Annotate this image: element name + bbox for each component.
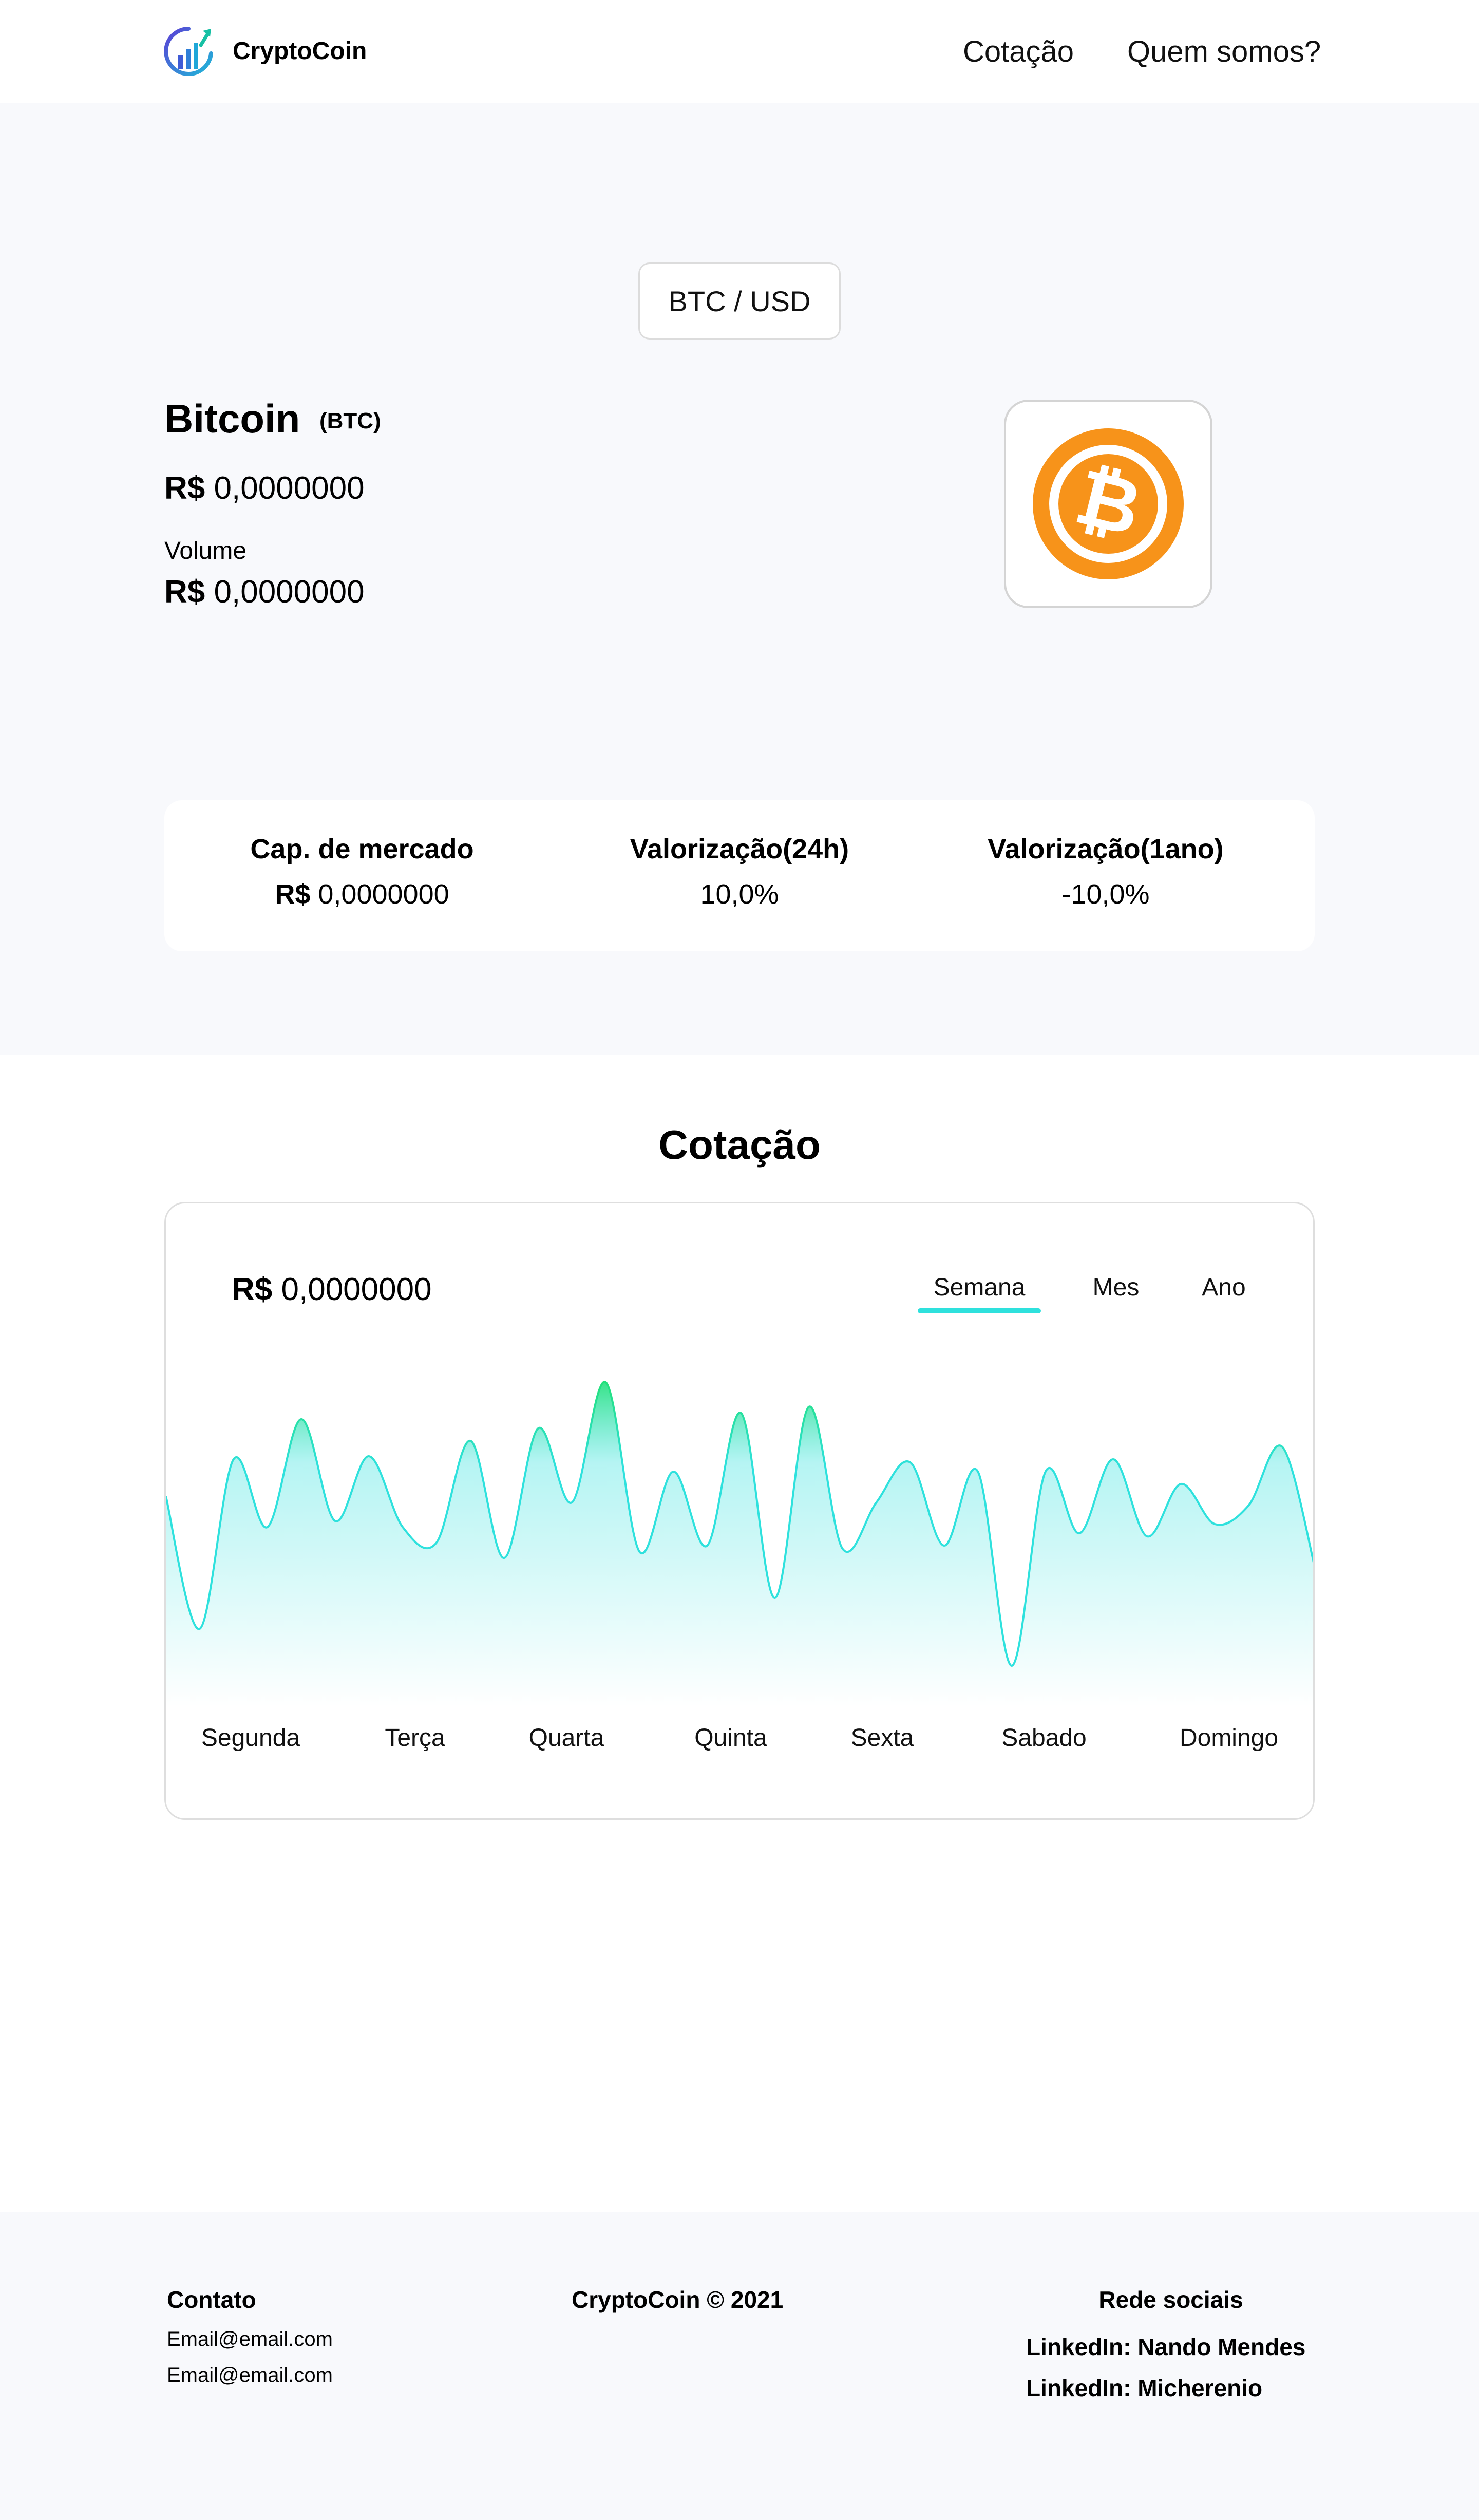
market-stats-card: Cap. de mercado R$ 0,0000000 Valorização… <box>164 800 1315 951</box>
volume-value: 0,0000000 <box>214 574 365 610</box>
chart-point-25 <box>1010 1664 1013 1667</box>
chart-point-7 <box>401 1526 404 1529</box>
chart-point-33 <box>1281 1445 1284 1449</box>
stat-market-cap-title: Cap. de mercado <box>250 834 474 864</box>
chart-point-27 <box>1078 1532 1081 1535</box>
nav-link-quem-somos[interactable]: Quem somos? <box>1127 35 1321 69</box>
tab-ano[interactable]: Ano <box>1193 1272 1255 1303</box>
footer-copyright: CryptoCoin © 2021 <box>572 2286 784 2313</box>
chart-point-19 <box>807 1405 810 1408</box>
price-value: 0,0000000 <box>214 471 365 506</box>
price-area-fill <box>166 1382 1313 1707</box>
chart-point-11 <box>537 1427 540 1430</box>
chart-point-2 <box>232 1458 235 1461</box>
tab-mes[interactable]: Mes <box>1085 1272 1147 1303</box>
active-tab-indicator <box>918 1308 1041 1313</box>
stat-1year-value: -10,0% <box>1061 879 1150 910</box>
currency-symbol: R$ <box>164 574 205 610</box>
chart-point-4 <box>300 1418 303 1421</box>
chart-point-31 <box>1213 1522 1216 1526</box>
chart-point-17 <box>740 1412 743 1415</box>
day-label-segunda: Segunda <box>201 1724 300 1752</box>
stat-24h-value: 10,0% <box>700 879 779 910</box>
bitcoin-icon: ₿ <box>1033 428 1184 579</box>
chart-point-15 <box>672 1470 675 1473</box>
footer: Contato Email@email.com Email@email.com … <box>0 2212 1479 2520</box>
section-title-cotacao: Cotação <box>658 1122 821 1168</box>
chart-point-8 <box>435 1541 438 1544</box>
pair-selector-button[interactable]: BTC / USD <box>638 262 841 340</box>
day-label-sabado: Sabado <box>1001 1724 1087 1752</box>
chart-point-10 <box>503 1556 506 1559</box>
chart-point-30 <box>1179 1482 1182 1485</box>
chart-point-28 <box>1112 1458 1115 1461</box>
currency-symbol: R$ <box>232 1272 273 1307</box>
chart-point-9 <box>469 1439 472 1442</box>
chart-price: R$ 0,0000000 <box>232 1271 432 1308</box>
footer-linkedin-micherenio[interactable]: LinkedIn: Micherenio <box>1026 2374 1262 2402</box>
footer-social-title: Rede sociais <box>1098 2286 1243 2313</box>
chart-point-22 <box>908 1461 912 1464</box>
stat-24h-title: Valorização(24h) <box>630 834 849 864</box>
day-label-domingo: Domingo <box>1179 1724 1279 1752</box>
brand-name[interactable]: CryptoCoin <box>233 37 367 66</box>
cryptocoin-logo-icon[interactable] <box>163 25 214 78</box>
chart-point-32 <box>1247 1504 1250 1507</box>
stat-market-cap-value: R$ 0,0000000 <box>182 878 542 910</box>
chart-point-13 <box>604 1381 607 1384</box>
chart-point-23 <box>942 1544 945 1547</box>
coin-name: Bitcoin <box>164 396 300 441</box>
chart-point-6 <box>367 1455 370 1458</box>
market-cap-number: 0,0000000 <box>318 879 449 910</box>
chart-point-20 <box>841 1547 844 1550</box>
chart-point-26 <box>1044 1470 1047 1473</box>
day-label-sexta: Sexta <box>850 1724 914 1752</box>
coin-price: R$ 0,0000000 <box>164 470 365 507</box>
chart-point-16 <box>706 1544 709 1547</box>
coin-volume: R$ 0,0000000 <box>164 574 365 611</box>
chart-point-18 <box>773 1596 776 1600</box>
chart-point-24 <box>976 1470 979 1473</box>
price-chart-card: R$ 0,0000000 Semana Mes Ano Segunda Terç… <box>164 1202 1315 1820</box>
chart-point-14 <box>638 1550 641 1553</box>
coin-symbol: (BTC) <box>319 408 381 434</box>
chart-point-12 <box>571 1501 574 1504</box>
day-label-quinta: Quinta <box>694 1724 767 1752</box>
nav-link-cotacao[interactable]: Cotação <box>963 35 1074 69</box>
chart-point-5 <box>333 1519 336 1522</box>
currency-symbol: R$ <box>164 471 205 506</box>
chart-point-21 <box>875 1501 878 1504</box>
day-label-terca: Terça <box>385 1724 445 1752</box>
chart-price-value: 0,0000000 <box>281 1272 432 1307</box>
day-label-quarta: Quarta <box>528 1724 604 1752</box>
footer-contact-title: Contato <box>167 2286 256 2313</box>
stat-1year-title: Valorização(1ano) <box>988 834 1224 864</box>
top-navbar: CryptoCoin Cotação Quem somos? <box>0 0 1479 103</box>
volume-label: Volume <box>164 537 247 565</box>
footer-email-1[interactable]: Email@email.com <box>167 2327 333 2352</box>
coin-logo-card: ₿ <box>1004 400 1212 608</box>
chart-point-1 <box>198 1627 201 1630</box>
footer-email-2[interactable]: Email@email.com <box>167 2363 333 2387</box>
chart-point-29 <box>1146 1535 1149 1538</box>
chart-point-3 <box>266 1526 269 1529</box>
footer-linkedin-nando[interactable]: LinkedIn: Nando Mendes <box>1026 2333 1305 2361</box>
currency-symbol: R$ <box>275 879 311 910</box>
tab-semana[interactable]: Semana <box>918 1272 1041 1303</box>
